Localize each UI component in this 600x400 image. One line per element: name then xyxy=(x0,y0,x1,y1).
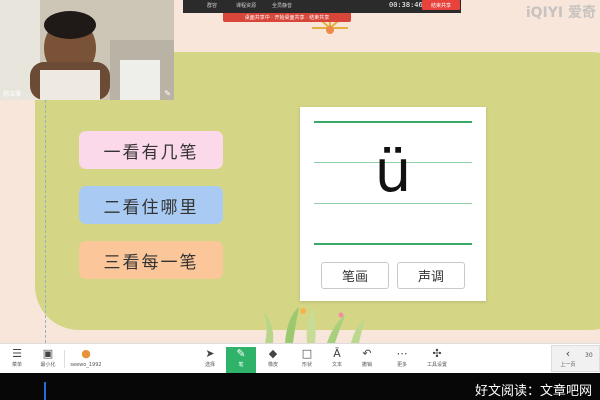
tool-select[interactable]: ➤ 选择 xyxy=(199,347,221,373)
page-navigator: ‹ 上一页 30 xyxy=(551,345,600,372)
tone-button[interactable]: 声调 xyxy=(397,262,465,289)
strokes-button[interactable]: 笔画 xyxy=(321,262,389,289)
tool-select-label: 选择 xyxy=(204,362,215,368)
webcam-name-label: 杨洁雅 xyxy=(3,91,22,98)
tool-settings-label: 工具设置 xyxy=(426,362,447,368)
user-account-button[interactable]: ● seewo_1992 xyxy=(68,347,104,373)
tool-text-label: 文本 xyxy=(331,362,342,368)
chevron-left-icon: ‹ xyxy=(565,347,571,360)
pen-icon[interactable]: ✎ xyxy=(164,89,171,98)
page-number: 30 xyxy=(585,352,593,359)
session-timer: 00:38:46 xyxy=(389,1,423,9)
shape-icon: □ xyxy=(301,347,313,360)
grass-decoration-icon xyxy=(263,307,365,343)
more-icon: ⋯ xyxy=(396,347,408,360)
prev-page-button[interactable]: ‹ 上一页 xyxy=(556,347,580,373)
tool-eraser[interactable]: ◆ 橡皮 xyxy=(262,347,284,373)
writing-line-top xyxy=(314,121,472,123)
menu-label: 菜单 xyxy=(11,362,22,368)
tool-shape-label: 形状 xyxy=(301,362,312,368)
writing-line-bottom xyxy=(314,243,472,245)
tool-settings[interactable]: ✣ 工具设置 xyxy=(422,347,452,373)
pinyin-letter: ü xyxy=(374,137,412,205)
tool-undo[interactable]: ↶ 撤销 xyxy=(356,347,378,373)
cursor-icon: ➤ xyxy=(205,347,215,360)
top-control-bar: 群容 课程资源 全员静音 00:38:46 结束共享 xyxy=(183,0,461,13)
tool-more-label: 更多 xyxy=(396,362,407,368)
tool-undo-label: 撤销 xyxy=(361,362,372,368)
undo-icon: ↶ xyxy=(362,347,372,360)
tool-pen-label: 笔 xyxy=(238,362,244,368)
menu-button[interactable]: ☰ 菜单 xyxy=(6,347,28,373)
progress-marker xyxy=(44,382,46,400)
top-bar-item-group[interactable]: 群容 xyxy=(197,2,227,9)
tool-shape[interactable]: □ 形状 xyxy=(296,347,318,373)
text-icon: Ā xyxy=(333,347,341,360)
webcam-preview[interactable]: 杨洁雅 ✎ xyxy=(0,0,174,100)
top-bar-item-mute-all[interactable]: 全员静音 xyxy=(267,2,297,9)
minimize-button[interactable]: ▣ 最小化 xyxy=(36,347,60,373)
end-share-button[interactable]: 结束共享 xyxy=(422,0,460,10)
sharing-notice: 桌面共享中 · 开始桌面共享 · 结束共享 xyxy=(223,13,351,22)
letter-card: ü 笔画 声调 xyxy=(300,107,486,301)
tool-more[interactable]: ⋯ 更多 xyxy=(391,347,413,373)
tool-text[interactable]: Ā 文本 xyxy=(326,347,348,373)
iqiyi-watermark: iQIYI 爱奇 xyxy=(525,5,596,21)
step-two-label: 二看住哪里 xyxy=(79,186,223,224)
tool-eraser-label: 橡皮 xyxy=(267,362,278,368)
step-one-label: 一看有几笔 xyxy=(79,131,223,169)
menu-icon: ☰ xyxy=(12,347,22,360)
top-bar-item-resources[interactable]: 课程资源 xyxy=(231,2,261,9)
step-three-label: 三看每一笔 xyxy=(79,241,223,279)
user-avatar-icon: ● xyxy=(81,347,91,360)
caption-text: 好文阅读：文章吧网 xyxy=(474,384,592,399)
pen-icon: ✎ xyxy=(236,347,246,360)
eraser-icon: ◆ xyxy=(268,347,278,360)
toolbar-divider xyxy=(64,350,65,368)
minimize-label: 最小化 xyxy=(40,362,56,368)
bottom-toolbar: ☰ 菜单 ▣ 最小化 ● seewo_1992 ➤ 选择 ✎ 笔 ◆ 橡皮 □ … xyxy=(0,343,600,373)
prev-page-label: 上一页 xyxy=(560,362,576,368)
tool-pen[interactable]: ✎ 笔 xyxy=(226,347,256,373)
minimize-icon: ▣ xyxy=(42,347,54,360)
webcam-video-icon xyxy=(0,0,174,100)
user-name-label: seewo_1992 xyxy=(70,362,102,368)
settings-icon: ✣ xyxy=(432,347,442,360)
